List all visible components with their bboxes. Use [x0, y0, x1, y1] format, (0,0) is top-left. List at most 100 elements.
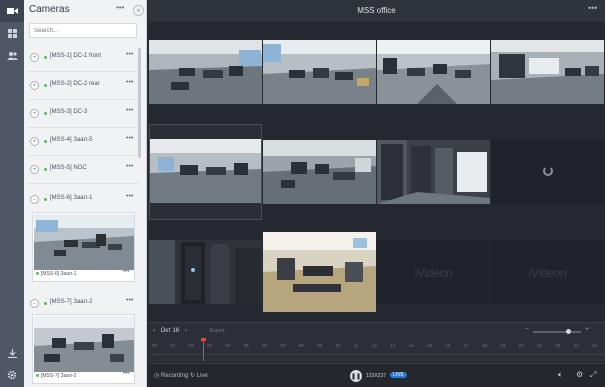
camera-more-button[interactable]: ••• — [126, 297, 133, 304]
camera-more-button[interactable]: ••• — [126, 193, 133, 200]
search-input[interactable] — [29, 23, 137, 38]
camera-name: [MSS-5] NOC — [50, 165, 87, 171]
next-day-button[interactable]: › — [185, 328, 187, 334]
collapse-icon[interactable]: − — [30, 195, 39, 204]
settings-icon[interactable]: ⚙︎ — [576, 370, 583, 379]
current-date[interactable]: Окт 16 — [161, 328, 179, 334]
ivideon-logo: iVideon — [414, 266, 453, 280]
expand-icon[interactable]: + — [30, 137, 39, 146]
expand-icon[interactable]: + — [30, 53, 39, 62]
camera-feed-tile[interactable] — [377, 40, 490, 104]
timeline-track[interactable] — [152, 354, 602, 356]
camera-feed-tile-selected[interactable] — [149, 124, 262, 220]
timeline-tick-label: 16 — [445, 343, 451, 348]
playhead[interactable] — [203, 339, 204, 361]
online-status-dot — [44, 302, 47, 305]
camera-grid: iVideon iVideon — [148, 38, 605, 318]
camera-feed-tile[interactable] — [149, 240, 262, 304]
camera-more-button[interactable]: ••• — [126, 135, 133, 142]
camera-more-button[interactable]: ••• — [126, 51, 133, 58]
camera-more-button[interactable]: ••• — [126, 107, 133, 114]
collapse-panel-button[interactable]: « — [133, 5, 144, 16]
camera-list-item[interactable]: + [MSS-4] Заал-5 ••• — [28, 128, 139, 156]
timeline-tick-label: 23 — [573, 343, 579, 348]
online-status-dot — [44, 112, 47, 115]
camera-thumbnail[interactable] — [34, 316, 134, 372]
timeline-hour-ticks: 00 01 02 03 04 05 06 07 08 09 10 11 12 13 14 15 16 17 18 19… — [152, 343, 602, 353]
volume-icon[interactable]: 🔈︎ — [558, 370, 563, 380]
date-navigator: ‹ Окт 16 › — [153, 328, 187, 334]
timeline[interactable]: ‹ Окт 16 › Export − + 00 01 02 03 04 05 06 07 08… — [148, 322, 605, 362]
camera-icon[interactable] — [0, 0, 24, 22]
timeline-tick-label: 20 — [518, 343, 524, 348]
timeline-tick-label: 17 — [463, 343, 469, 348]
timeline-tick-label: 12 — [372, 343, 378, 348]
camera-thumbnail[interactable] — [34, 214, 134, 270]
expand-icon[interactable]: + — [30, 165, 39, 174]
camera-list-item[interactable]: + [MSS-1] DC-1 front ••• — [28, 44, 139, 72]
loading-spinner-icon — [543, 166, 553, 176]
collapse-icon[interactable]: − — [30, 299, 39, 308]
camera-list-item[interactable]: − [MSS-6] Заал-1 ••• — [28, 186, 139, 214]
zoom-slider-handle[interactable] — [566, 329, 571, 334]
camera-more-button[interactable]: ••• — [126, 163, 133, 170]
timeline-tick-label: 06 — [262, 343, 268, 348]
camera-feed-tile[interactable] — [263, 140, 376, 204]
users-icon[interactable] — [0, 44, 24, 66]
settings-gear-icon[interactable] — [0, 364, 24, 386]
online-status-dot — [44, 84, 47, 87]
expand-icon[interactable]: + — [30, 109, 39, 118]
recording-toggle[interactable]: ◷ Recording — [154, 372, 188, 379]
timeline-tick-label: 01 — [170, 343, 176, 348]
online-status-dot — [44, 140, 47, 143]
camera-feed-tile[interactable] — [377, 140, 490, 204]
player-controls: ◷ Recording ↻ Live ❚❚ 123X237 LIVE 🔈︎ ⚙︎… — [148, 363, 605, 387]
zoom-slider[interactable] — [533, 331, 581, 333]
timeline-tick-label: 00 — [152, 343, 158, 348]
panel-menu-button[interactable]: ••• — [116, 3, 124, 12]
timeline-tick-label: 10 — [335, 343, 341, 348]
cameras-panel: Cameras ••• « + [MSS-1] DC-1 front ••• +… — [24, 0, 147, 387]
thumbnail-more-button[interactable]: ••• — [123, 371, 129, 377]
live-toggle[interactable]: ↻ Live — [190, 372, 208, 379]
thumbnail-more-button[interactable]: ••• — [123, 269, 129, 275]
camera-list-item[interactable]: + [MSS-3] DC-3 ••• — [28, 100, 139, 128]
timeline-tick-label: 24 — [592, 343, 598, 348]
layout-menu-button[interactable]: ••• — [588, 3, 597, 13]
camera-list-item[interactable]: + [MSS-5] NOC ••• — [28, 156, 139, 184]
export-button[interactable]: Export — [210, 328, 224, 334]
camera-thumbnail-card[interactable]: [MSS-7] Заал-2 ••• — [32, 314, 135, 384]
zoom-out-button[interactable]: − — [525, 326, 529, 333]
camera-list-item[interactable]: + [MSS-2] DC-2 rear ••• — [28, 72, 139, 100]
layout-title: MSS office — [357, 6, 396, 15]
empty-tile[interactable]: iVideon — [377, 240, 490, 304]
title-bar: MSS office ••• — [148, 0, 605, 22]
resolution-label: 123X237 — [366, 373, 387, 379]
fullscreen-icon[interactable]: ⤢ — [590, 370, 596, 380]
timeline-tick-label: 22 — [555, 343, 561, 348]
camera-thumbnail-card[interactable]: [MSS-6] Заал-1 ••• — [32, 212, 135, 282]
camera-feed-tile[interactable] — [149, 40, 262, 104]
panel-header: Cameras ••• « — [29, 3, 144, 19]
timeline-tick-label: 05 — [243, 343, 249, 348]
camera-more-button[interactable]: ••• — [126, 79, 133, 86]
timeline-tick-label: 08 — [298, 343, 304, 348]
timeline-tick-label: 18 — [482, 343, 488, 348]
camera-feed-tile[interactable] — [263, 232, 376, 312]
expand-icon[interactable]: + — [30, 81, 39, 90]
online-status-dot — [44, 198, 47, 201]
camera-feed-tile[interactable] — [491, 40, 604, 104]
camera-name: [MSS-1] DC-1 front — [50, 53, 102, 59]
zoom-in-button[interactable]: + — [585, 326, 589, 333]
timeline-tick-label: 07 — [280, 343, 286, 348]
prev-day-button[interactable]: ‹ — [153, 328, 155, 334]
live-badge: LIVE — [390, 372, 407, 378]
camera-feed-tile[interactable] — [263, 40, 376, 104]
pause-button[interactable]: ❚❚ — [350, 370, 362, 382]
online-status-dot — [44, 168, 47, 171]
camera-feed-tile-loading[interactable] — [491, 140, 604, 204]
empty-tile[interactable]: iVideon — [491, 240, 604, 304]
download-icon[interactable] — [0, 342, 24, 364]
timeline-tick-label: 04 — [225, 343, 231, 348]
grid-view-icon[interactable] — [0, 22, 24, 44]
